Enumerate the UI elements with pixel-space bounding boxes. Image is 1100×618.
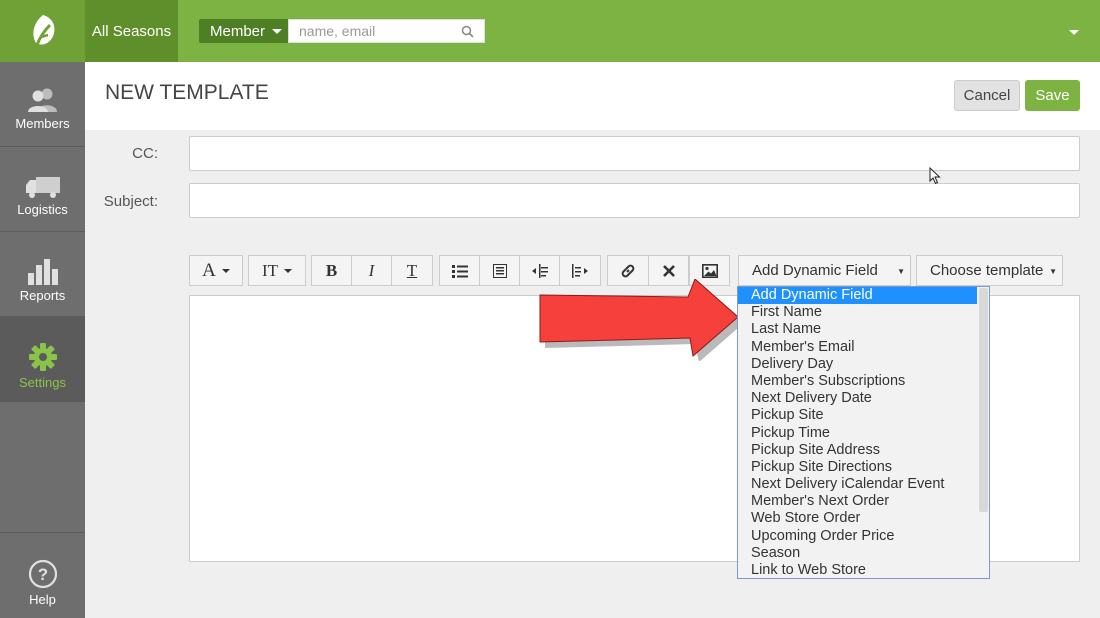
dropdown-option[interactable]: Pickup Time <box>738 425 989 442</box>
numbered-list-icon <box>492 263 507 278</box>
help-icon: ? <box>28 559 57 589</box>
dropdown-option[interactable]: Member's Subscriptions <box>738 373 989 390</box>
close-icon <box>662 264 675 277</box>
sidebar-item-logistics[interactable]: Logistics <box>0 147 85 232</box>
search-input[interactable]: name, email <box>288 19 485 43</box>
sidebar: Members Logistics Reports Settings ? Hel… <box>0 62 85 618</box>
season-label: All Seasons <box>91 22 172 40</box>
italic-button[interactable]: I <box>351 255 392 286</box>
search-placeholder: name, email <box>299 23 376 39</box>
help-label: Help <box>29 592 56 607</box>
caret-down-icon <box>272 28 283 34</box>
dropdown-option[interactable]: First Name <box>738 304 989 321</box>
caret-down-icon: ▼ <box>1049 267 1057 276</box>
search-type-dropdown[interactable]: Member <box>199 19 288 43</box>
member-search: Member name, email <box>199 19 485 43</box>
image-icon <box>701 263 718 278</box>
link-icon <box>621 264 635 277</box>
save-button[interactable]: Save <box>1025 80 1080 111</box>
font-icon: A <box>202 259 216 281</box>
leaf-logo-icon <box>32 15 54 46</box>
subject-label: Subject: <box>103 193 158 210</box>
text-format-icon: T <box>406 260 418 280</box>
dropdown-option[interactable]: Delivery Day <box>738 356 989 373</box>
cc-field[interactable] <box>189 136 1080 171</box>
cc-label: CC: <box>132 145 158 162</box>
members-icon <box>27 88 57 112</box>
dropdown-option[interactable]: Pickup Site Directions <box>738 459 989 476</box>
dynamic-field-select[interactable]: Add Dynamic Field ▼ <box>738 255 911 286</box>
bar-chart-icon <box>27 259 58 285</box>
sidebar-item-members[interactable]: Members <box>0 62 85 147</box>
dropdown-option[interactable]: Link to Web Store <box>738 562 989 578</box>
dynamic-field-dropdown-list[interactable]: Add Dynamic Field First Name Last Name Memb… <box>737 286 990 579</box>
bold-icon: B <box>325 260 338 280</box>
choose-template-select[interactable]: Choose template ▼ <box>916 255 1063 286</box>
dropdown-option[interactable]: Season <box>738 545 989 562</box>
caret-down-icon <box>284 268 293 273</box>
dropdown-options: Add Dynamic Field First Name Last Name Memb… <box>738 287 989 578</box>
red-arrow-annotation <box>539 279 745 361</box>
dropdown-option[interactable]: Pickup Site Address <box>738 442 989 459</box>
dropdown-option[interactable]: Pickup Site <box>738 407 989 424</box>
choose-template-label: Choose template <box>930 262 1044 279</box>
dropdown-scrollbar[interactable] <box>979 288 988 512</box>
dropdown-option[interactable]: Add Dynamic Field <box>738 287 977 305</box>
account-menu-caret-icon[interactable] <box>1069 30 1079 35</box>
top-bar: All Seasons Member name, email <box>0 0 1100 70</box>
font-size-button[interactable]: IT <box>248 255 306 286</box>
subject-field[interactable] <box>189 183 1080 218</box>
dropdown-option[interactable]: Member's Email <box>738 339 989 356</box>
sidebar-item-settings[interactable]: Settings <box>0 317 85 402</box>
sidebar-item-label: Settings <box>19 375 66 390</box>
clear-format-button[interactable]: T <box>391 255 433 286</box>
logo[interactable] <box>0 0 85 62</box>
sidebar-item-label: Reports <box>19 288 66 303</box>
bullet-list-button[interactable] <box>439 255 480 286</box>
dropdown-option[interactable]: Member's Next Order <box>738 493 989 510</box>
bullet-list-icon <box>451 264 468 278</box>
dropdown-option[interactable]: Next Delivery Date <box>738 390 989 407</box>
search-type-label: Member <box>210 22 266 40</box>
gear-icon <box>28 343 57 371</box>
svg-text:?: ? <box>37 565 47 584</box>
sidebar-item-label: Logistics <box>17 202 68 217</box>
dropdown-option[interactable]: Web Store Order <box>738 510 989 527</box>
page-header: NEW TEMPLATE Cancel Save <box>85 62 1100 130</box>
dropdown-option[interactable]: Next Delivery iCalendar Event <box>738 476 989 493</box>
sidebar-item-help[interactable]: ? Help <box>0 532 85 617</box>
sidebar-item-reports[interactable]: Reports <box>0 232 85 317</box>
mouse-cursor-icon <box>929 167 941 185</box>
page-title: NEW TEMPLATE <box>105 81 269 104</box>
font-size-icon: IT <box>261 260 279 280</box>
search-icon[interactable] <box>461 25 474 38</box>
dropdown-option[interactable]: Last Name <box>738 321 989 338</box>
cancel-button[interactable]: Cancel <box>954 80 1020 111</box>
italic-icon: I <box>368 260 375 280</box>
outdent-icon <box>531 263 548 278</box>
truck-icon <box>25 177 60 198</box>
numbered-list-button[interactable] <box>479 255 520 286</box>
dropdown-option[interactable]: Upcoming Order Price <box>738 528 989 545</box>
font-family-button[interactable]: A <box>189 255 243 286</box>
caret-down-icon <box>221 268 230 273</box>
bold-button[interactable]: B <box>311 255 352 286</box>
dynamic-field-select-label: Add Dynamic Field <box>752 262 878 279</box>
caret-down-icon: ▼ <box>897 267 905 276</box>
season-selector[interactable]: All Seasons <box>85 0 178 70</box>
indent-icon <box>572 263 588 278</box>
sidebar-item-label: Members <box>15 116 70 131</box>
